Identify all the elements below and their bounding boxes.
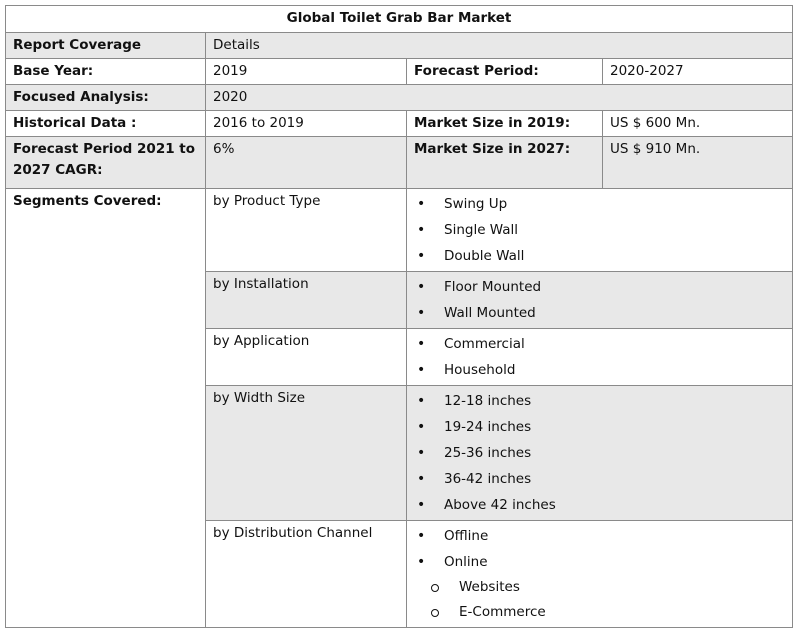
list-item: Online Websites E-Commerce — [414, 549, 785, 625]
list-item: Household — [414, 357, 785, 383]
bullet-list: Floor Mounted Wall Mounted — [414, 274, 785, 326]
forecast-period-value: 2020-2027 — [601, 58, 794, 85]
list-item: Wall Mounted — [414, 300, 785, 326]
sub-list-item: Websites — [414, 575, 785, 600]
header-report-coverage: Report Coverage — [5, 32, 206, 59]
historical-data-value: 2016 to 2019 — [205, 110, 407, 137]
market-report-table: Global Toilet Grab Bar Market Report Cov… — [4, 5, 794, 628]
list-item: 19-24 inches — [414, 414, 785, 440]
focused-analysis-label: Focused Analysis: — [5, 84, 206, 111]
market-size-2027-value: US $ 910 Mn. — [601, 136, 794, 189]
market-size-2027-label: Market Size in 2027: — [406, 136, 603, 189]
market-size-2019-label: Market Size in 2019: — [406, 110, 603, 137]
header-details: Details — [204, 32, 794, 59]
list-item: 12-18 inches — [414, 388, 785, 414]
header-row: Report Coverage Details — [5, 32, 794, 59]
segment-name: by Width Size — [205, 385, 407, 521]
list-item: 25-36 inches — [414, 440, 785, 466]
segment-name: by Distribution Channel — [205, 520, 407, 628]
segment-name: by Installation — [205, 271, 407, 329]
cagr-value: 6% — [205, 136, 407, 189]
bullet-list: Commercial Household — [414, 331, 785, 383]
bullet-list: Swing Up Single Wall Double Wall — [414, 191, 785, 269]
focused-analysis-value: 2020 — [204, 84, 794, 111]
base-year-row: Base Year: 2019 Forecast Period: 2020-20… — [5, 58, 794, 85]
forecast-period-label: Forecast Period: — [406, 58, 603, 85]
list-item: Swing Up — [414, 191, 785, 217]
historical-row: Historical Data : 2016 to 2019 Market Si… — [5, 110, 794, 137]
list-item: Commercial — [414, 331, 785, 357]
market-size-2019-value: US $ 600 Mn. — [601, 110, 794, 137]
title-row: Global Toilet Grab Bar Market — [4, 5, 794, 33]
bullet-list: Offline Online Websites E-Commerce — [414, 523, 785, 625]
list-item: Offline — [414, 523, 785, 549]
sub-list: Websites E-Commerce — [431, 575, 785, 625]
list-item-label: Online — [444, 554, 488, 570]
segment-items: Floor Mounted Wall Mounted — [405, 271, 794, 329]
cagr-row: Forecast Period 2021 to 2027 CAGR: 6% Ma… — [5, 136, 794, 189]
segment-items: Offline Online Websites E-Commerce — [405, 520, 794, 628]
segment-row-product-type: Segments Covered: by Product Type Swing … — [5, 188, 794, 628]
cagr-label: Forecast Period 2021 to 2027 CAGR: — [5, 136, 206, 189]
list-item: Double Wall — [414, 243, 785, 269]
segment-items: Swing Up Single Wall Double Wall — [405, 188, 794, 272]
focused-analysis-row: Focused Analysis: 2020 — [5, 84, 794, 111]
bullet-list: 12-18 inches 19-24 inches 25-36 inches 3… — [414, 388, 785, 518]
table-title: Global Toilet Grab Bar Market — [4, 5, 794, 33]
list-item: 36-42 inches — [414, 466, 785, 492]
list-item: Above 42 inches — [414, 492, 785, 518]
list-item: Floor Mounted — [414, 274, 785, 300]
historical-data-label: Historical Data : — [5, 110, 206, 137]
base-year-value: 2019 — [205, 58, 407, 85]
segment-name: by Product Type — [205, 188, 407, 272]
sub-list-item: E-Commerce — [414, 600, 785, 625]
segment-items: 12-18 inches 19-24 inches 25-36 inches 3… — [405, 385, 794, 521]
segment-name: by Application — [205, 328, 407, 386]
segments-covered-label: Segments Covered: — [5, 188, 206, 628]
base-year-label: Base Year: — [5, 58, 206, 85]
segment-items: Commercial Household — [405, 328, 794, 386]
list-item: Single Wall — [414, 217, 785, 243]
